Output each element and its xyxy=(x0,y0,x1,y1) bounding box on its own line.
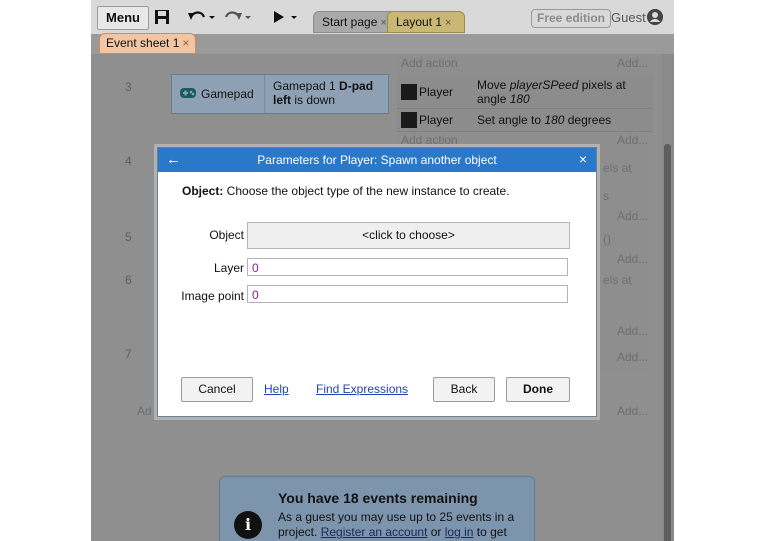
toolbar: Menu Start page × Layout 1 × Free edition … xyxy=(91,0,674,35)
object-picker-button[interactable]: <click to choose> xyxy=(247,222,570,249)
add-action-link[interactable]: Add action xyxy=(401,133,458,147)
notice-text: to get xyxy=(473,525,507,539)
condition-text-suffix: is down xyxy=(291,93,336,107)
add-link[interactable]: Add... xyxy=(617,133,648,147)
save-icon[interactable] xyxy=(153,8,171,26)
parameter-description: Object: Choose the object type of the ne… xyxy=(182,184,510,198)
gamepad-icon xyxy=(180,88,196,98)
event-condition[interactable]: Gamepad Gamepad 1 D-pad left is down xyxy=(171,74,389,114)
add-link[interactable]: Add... xyxy=(617,56,648,70)
tab-layout-1-label: Layout 1 xyxy=(396,15,443,29)
sprite-icon xyxy=(401,112,417,128)
login-link[interactable]: log in xyxy=(445,525,474,539)
action-text: Move xyxy=(477,78,510,92)
dialog-title-bar: ← Parameters for Player: Spawn another o… xyxy=(158,148,596,172)
parameter-name: Object: xyxy=(182,184,224,198)
close-icon[interactable]: × xyxy=(182,36,189,50)
add-link[interactable]: Add... xyxy=(617,350,648,364)
close-icon[interactable]: × xyxy=(579,151,587,167)
tab-event-sheet-label: Event sheet 1 xyxy=(106,36,180,50)
condition-object: Gamepad xyxy=(172,75,264,113)
close-icon[interactable]: × xyxy=(380,17,386,29)
find-expressions-link[interactable]: Find Expressions xyxy=(316,382,408,396)
layer-field[interactable]: 0 xyxy=(247,258,568,276)
notice-title: You have 18 events remaining xyxy=(278,490,478,506)
cancel-button[interactable]: Cancel xyxy=(181,377,253,402)
scrollbar-thumb[interactable] xyxy=(664,144,671,541)
tab-start-page-label: Start page xyxy=(322,15,378,29)
condition-text-prefix: Gamepad 1 xyxy=(273,79,340,93)
row-number: 6 xyxy=(125,273,132,287)
parameter-help: Choose the object type of the new instan… xyxy=(223,184,510,198)
partial-action-text: s xyxy=(603,189,609,203)
add-link[interactable]: Add... xyxy=(617,209,648,223)
menu-button[interactable]: Menu xyxy=(97,6,149,30)
row-number: 3 xyxy=(125,80,132,94)
add-link[interactable]: Add... xyxy=(617,252,648,266)
action-text: Set angle to xyxy=(477,113,545,127)
action-text: degrees xyxy=(564,113,612,127)
user-icon[interactable] xyxy=(647,9,663,25)
dialog-title: Parameters for Player: Spawn another obj… xyxy=(257,153,497,167)
partial-action-text: () xyxy=(603,232,611,246)
add-link[interactable]: Add... xyxy=(617,404,648,418)
image-point-label: Image point xyxy=(181,289,244,303)
action-row[interactable]: Player Set angle to 180 degrees xyxy=(397,109,653,132)
notice-body: As a guest you may use up to 25 events i… xyxy=(278,510,528,540)
object-label: Object xyxy=(209,228,244,242)
add-action-link[interactable]: Add action xyxy=(401,56,458,70)
notice-text: or xyxy=(427,525,445,539)
action-param: playerSPeed xyxy=(509,78,579,92)
layer-label: Layer xyxy=(213,261,244,275)
guest-label[interactable]: Guest xyxy=(611,10,646,25)
condition-object-name: Gamepad xyxy=(201,87,254,101)
guest-notice: i You have 18 events remaining As a gues… xyxy=(219,476,535,541)
partial-action-text: els at xyxy=(603,161,632,175)
tab-event-sheet-1[interactable]: Event sheet 1 × xyxy=(99,33,197,54)
partial-action-text: els at xyxy=(603,273,632,287)
add-link[interactable]: Add... xyxy=(617,324,648,338)
add-event-link[interactable]: Ad xyxy=(137,404,152,418)
row-number: 4 xyxy=(125,154,132,168)
play-icon[interactable] xyxy=(271,8,301,26)
free-edition-badge[interactable]: Free edition xyxy=(531,9,612,28)
condition-text: Gamepad 1 D-pad left is down xyxy=(265,75,388,113)
undo-icon[interactable] xyxy=(187,8,217,26)
close-icon[interactable]: × xyxy=(445,17,451,29)
action-object: Player xyxy=(419,113,454,127)
row-number: 5 xyxy=(125,230,132,244)
image-point-field[interactable]: 0 xyxy=(247,285,568,303)
register-link[interactable]: Register an account xyxy=(321,525,428,539)
action-param: 180 xyxy=(509,92,530,106)
action-row[interactable]: Player Move playerSPeed pixels at angle … xyxy=(397,74,653,109)
action-object: Player xyxy=(419,85,454,99)
help-link[interactable]: Help xyxy=(264,382,289,396)
info-icon: i xyxy=(234,511,262,539)
action-param: 180 xyxy=(544,113,565,127)
redo-icon[interactable] xyxy=(223,8,253,26)
back-button[interactable]: Back xyxy=(433,377,495,402)
parameters-dialog: ← Parameters for Player: Spawn another o… xyxy=(157,147,597,417)
done-button[interactable]: Done xyxy=(506,377,570,402)
sprite-icon xyxy=(401,84,417,100)
tab-layout-1[interactable]: Layout 1 × xyxy=(387,11,465,33)
row-number: 7 xyxy=(125,347,132,361)
vertical-scrollbar[interactable] xyxy=(662,54,674,541)
